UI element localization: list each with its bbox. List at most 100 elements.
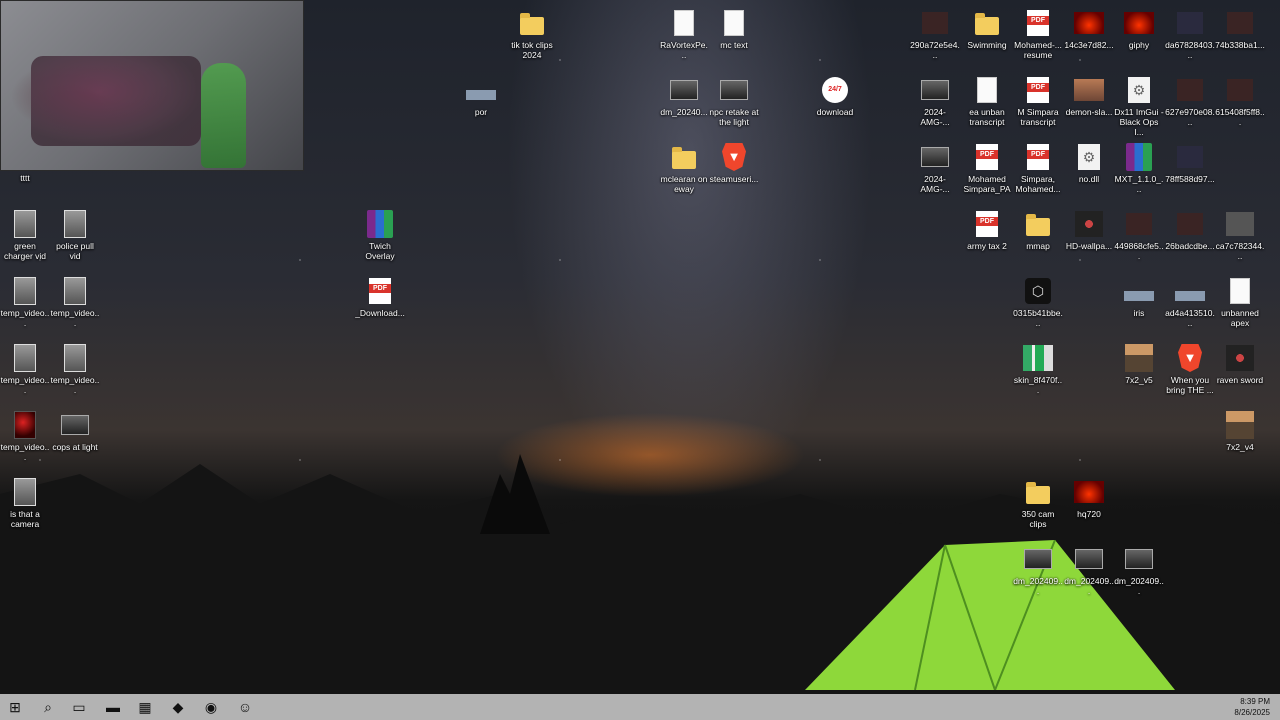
vidwide-icon — [60, 410, 90, 440]
desktop-icon[interactable]: RaVortexPe... — [659, 8, 709, 60]
desktop-icon-label: 14c3e7d82... — [1064, 40, 1114, 50]
desktop-icon[interactable]: ⬡ 0315b41bbe... — [1013, 276, 1063, 328]
desktop-icon[interactable]: ea unban transcript — [962, 75, 1012, 127]
desktop-icon[interactable]: Swimming — [962, 8, 1012, 50]
desktop-icon[interactable]: is that a camera — [0, 477, 50, 529]
desktop-icon[interactable]: temp_video... — [50, 343, 100, 395]
search-button[interactable]: ⌕ — [33, 694, 63, 720]
desktop-icon[interactable]: temp_video... — [50, 276, 100, 328]
desktop-icon[interactable]: 74b338ba1... — [1215, 8, 1265, 50]
desktop-icon[interactable]: PDF army tax 2 — [962, 209, 1012, 251]
rar-icon — [365, 209, 395, 239]
desktop-icon[interactable]: 7x2_v4 — [1215, 410, 1265, 452]
desktop-icon-label: MXT_1.1.0_... — [1114, 174, 1164, 194]
webcam-overlay[interactable] — [0, 0, 304, 171]
desktop-icon-label: When you bring THE ... — [1166, 375, 1214, 395]
desktop-icon-label: mclearan on eway — [660, 174, 708, 194]
pdf-icon: PDF — [972, 142, 1002, 172]
webcam-chair — [201, 63, 246, 168]
gray-icon — [1225, 209, 1255, 239]
darkblue-icon — [1175, 142, 1205, 172]
desktop-icon[interactable]: 24/7 download — [810, 75, 860, 117]
desktop-icon[interactable]: dm_202409... — [1064, 544, 1114, 596]
vid-icon — [60, 343, 90, 373]
desktop-icon-label: Dx11 ImGui - Black Ops I... — [1114, 107, 1164, 137]
desktop-icon[interactable]: dm_202409... — [1013, 544, 1063, 596]
desktop-icon[interactable]: 2024-AMG-... — [910, 142, 960, 194]
desktop-icon[interactable]: temp_video... — [0, 276, 50, 328]
store-button[interactable]: ▦ — [130, 694, 160, 720]
hazy-icon — [1074, 75, 1104, 105]
desktop-icon[interactable]: mmap — [1013, 209, 1063, 251]
desktop-icon[interactable]: iris — [1114, 276, 1164, 318]
vid-icon — [10, 477, 40, 507]
desktop-icon[interactable]: PDF _Download... — [355, 276, 405, 318]
desktop-icon[interactable]: giphy — [1114, 8, 1164, 50]
desktop-icon-label: dm_202409... — [1013, 576, 1063, 596]
desktop-icon[interactable]: 449868cfe5... — [1114, 209, 1164, 261]
desktop-icon[interactable]: da67828403... — [1165, 8, 1215, 60]
desktop-icon-label: 2024-AMG-... — [920, 174, 950, 194]
desktop-icon[interactable]: 7x2_v5 — [1114, 343, 1164, 385]
desktop-icon[interactable]: 615408f5ff8... — [1215, 75, 1265, 127]
discord-button[interactable]: ☺ — [230, 694, 260, 720]
char-icon — [1124, 343, 1154, 373]
doc-icon — [669, 8, 699, 38]
desktop-icon[interactable]: 290a72e5e4... — [910, 8, 960, 60]
desktop-icon[interactable]: npc retake at the light — [709, 75, 759, 127]
desktop-icon[interactable]: dm_202409... — [1114, 544, 1164, 596]
desktop-icon[interactable]: cops at light — [50, 410, 100, 452]
desktop-icon[interactable]: ⚙ no.dll — [1064, 142, 1114, 184]
desktop-icon[interactable]: 627e970e08... — [1165, 75, 1215, 127]
desktop-icon[interactable]: ca7c782344... — [1215, 209, 1265, 261]
desktop-icon-label: mc text — [720, 40, 748, 50]
desktop-icon-label: temp_video... — [50, 375, 100, 395]
webcam-bed — [31, 56, 201, 146]
desktop-icon[interactable]: 26badcdbe... — [1165, 209, 1215, 251]
desktop-icon[interactable]: hq720 — [1064, 477, 1114, 519]
doc-icon — [1225, 276, 1255, 306]
desktop-icon[interactable]: demon-sla... — [1064, 75, 1114, 117]
start-button[interactable]: ⊞ — [0, 694, 30, 720]
desktop-icon[interactable]: temp_video... — [0, 343, 50, 395]
desktop-icon[interactable]: temp_video... — [0, 410, 50, 462]
desktop[interactable]: tttt tik tok clips 2024 RaVortexPe... mc t… — [0, 0, 1280, 694]
desktop-icon[interactable]: dm_20240... — [659, 75, 709, 117]
desktop-icon[interactable]: Twich Overlay — [355, 209, 405, 261]
desktop-icon-label: temp_video... — [0, 308, 50, 328]
task-view-button[interactable]: ▭ — [64, 694, 94, 720]
desktop-icon[interactable]: 78ff588d97... — [1165, 142, 1215, 184]
desktop-icon[interactable]: police pull vid — [50, 209, 100, 261]
desktop-icon[interactable]: por — [456, 75, 506, 117]
desktop-icon[interactable]: PDF M Simpara transcript — [1013, 75, 1063, 127]
desktop-icon-label: 78ff588d97... — [1165, 174, 1215, 184]
desktop-icon[interactable]: skin_8f470f... — [1013, 343, 1063, 395]
desktop-icon[interactable]: PDF Mohamed Simpara_PA — [962, 142, 1012, 194]
desktop-icon[interactable]: PDF Mohamed-... resume — [1013, 8, 1063, 60]
desktop-icon[interactable]: 2024-AMG-... — [910, 75, 960, 127]
vidwide-icon — [920, 142, 950, 172]
desktop-icon[interactable]: green charger vid — [0, 209, 50, 261]
desktop-icon[interactable]: ▼ When you bring THE ... — [1165, 343, 1215, 395]
desktop-icon[interactable]: mc text — [709, 8, 759, 50]
desktop-icon[interactable]: mclearan on eway — [659, 142, 709, 194]
desktop-icon[interactable]: ▼ steamuseri... — [709, 142, 759, 184]
system-clock[interactable]: 8:39 PM 8/26/2025 — [1234, 696, 1270, 718]
desktop-icon-label: HD-wallpa... — [1065, 241, 1113, 251]
desktop-icon[interactable]: tik tok clips 2024 — [507, 8, 557, 60]
desktop-icon[interactable]: ad4a413510... — [1165, 276, 1215, 328]
desktop-icon[interactable]: 14c3e7d82... — [1064, 8, 1114, 50]
desktop-icon[interactable]: PDF Simpara, Mohamed... — [1013, 142, 1063, 194]
obs-button[interactable]: ◉ — [196, 694, 226, 720]
desktop-icon[interactable]: ⚙ Dx11 ImGui - Black Ops I... — [1114, 75, 1164, 137]
desktop-icon[interactable]: unbanned apex — [1215, 276, 1265, 328]
file-explorer-button[interactable]: ▬ — [98, 694, 128, 720]
webcam-label: tttt — [20, 173, 30, 183]
desktop-icon[interactable]: HD-wallpa... — [1064, 209, 1114, 251]
desktop-icon[interactable]: 350 cam clips — [1013, 477, 1063, 529]
vidwide-icon — [1023, 544, 1053, 574]
brave-button[interactable]: ◆ — [163, 694, 193, 720]
desktop-icon[interactable]: MXT_1.1.0_... — [1114, 142, 1164, 194]
desktop-icon[interactable]: raven sword — [1215, 343, 1265, 385]
desktop-icon-label: ad4a413510... — [1165, 308, 1215, 328]
